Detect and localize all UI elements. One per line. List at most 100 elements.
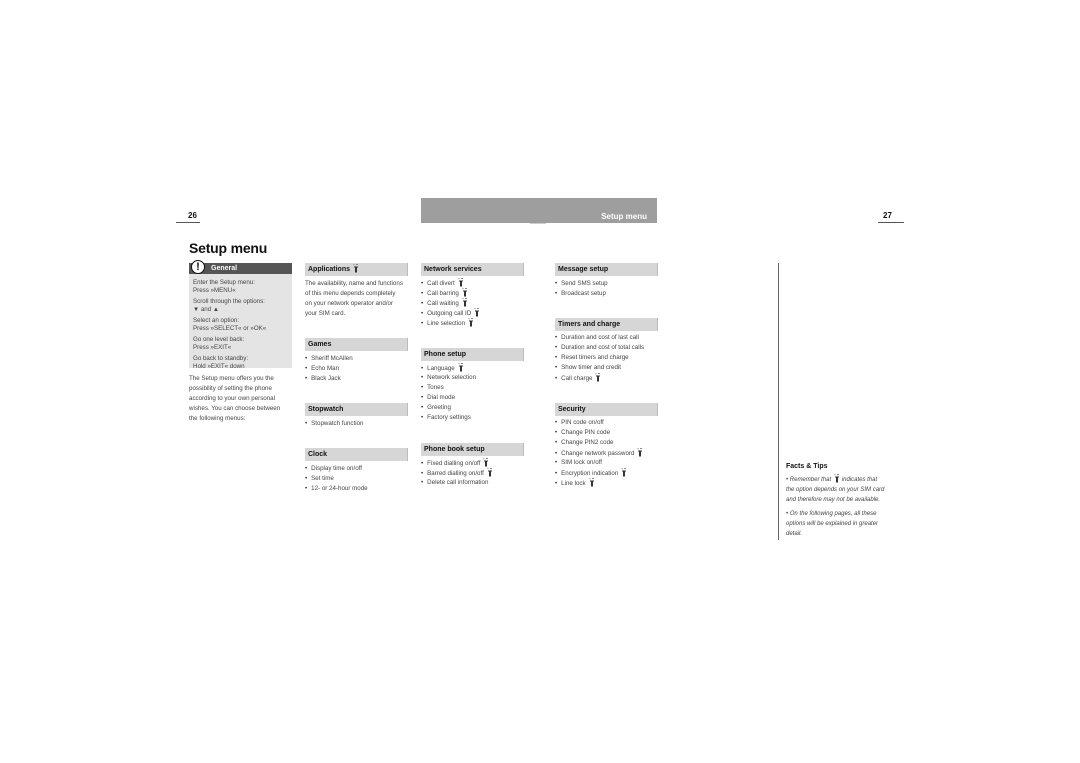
sim-icon: [353, 264, 359, 273]
clock-heading: Clock: [305, 448, 408, 461]
text-line: The availability, name and functions: [305, 280, 403, 287]
menu-option: Duration and cost of last call: [555, 333, 658, 343]
sim-icon: [483, 458, 489, 467]
menu-option: Call waiting: [421, 298, 524, 308]
general-instruction: Go one level back: Press »EXIT«: [193, 336, 245, 351]
menu-option: Line lock: [555, 478, 658, 488]
menu-option: Show timer and credit: [555, 363, 658, 373]
games-heading: Games: [305, 338, 408, 351]
general-instruction: Go back to standby: Hold »EXIT« down: [193, 355, 249, 370]
menu-option: Change network password: [555, 448, 658, 458]
phone-book-setup-list: Fixed dialling on/offBarred dialling on/…: [421, 458, 524, 488]
menu-option: SIM lock on/off: [555, 458, 658, 468]
sim-icon: [595, 373, 601, 382]
phone-book-setup-heading: Phone book setup: [421, 443, 524, 456]
section-security: Security PIN code on/offChange PIN codeC…: [555, 403, 658, 488]
text-line: on your network operator and/or: [305, 300, 394, 307]
general-info-box: ! General Enter the Setup menu: Press »ME…: [189, 260, 292, 370]
text-line: The Setup menu offers you the: [189, 375, 274, 382]
sim-icon: [589, 478, 595, 487]
timers-and-charge-heading: Timers and charge: [555, 318, 658, 331]
menu-option: Change PIN code: [555, 428, 658, 438]
stopwatch-heading: Stopwatch: [305, 403, 408, 416]
menu-option: Broadcast setup: [555, 289, 658, 299]
menu-option: Fixed dialling on/off: [421, 458, 524, 468]
section-phone-setup: Phone setup LanguageNetwork selectionTon…: [421, 348, 524, 423]
sim-icon: [474, 308, 480, 317]
menu-option: Factory settings: [421, 413, 524, 423]
menu-option: Black Jack: [305, 374, 408, 384]
security-list: PIN code on/offChange PIN codeChange PIN…: [555, 418, 658, 488]
sim-icon: [621, 468, 627, 477]
sim-icon: [458, 363, 464, 372]
page-number-right: 27: [883, 211, 892, 220]
facts-tip-2: • On the following pages, all these opti…: [786, 511, 879, 537]
text-line: according to your own personal: [189, 395, 275, 402]
menu-option: Display time on/off: [305, 464, 408, 474]
applications-heading: Applications: [305, 263, 408, 276]
clock-list: Display time on/offSet time12- or 24-hou…: [305, 464, 408, 494]
sim-icon: [462, 298, 468, 307]
header-tab-mark: [530, 223, 546, 224]
text-line: wishes. You can choose between: [189, 405, 281, 412]
sidebar-divider: [778, 263, 779, 540]
menu-option: Line selection: [421, 318, 524, 328]
section-network-services: Network services Call divertCall barring…: [421, 263, 524, 328]
menu-option: Change PIN2 code: [555, 438, 658, 448]
page-number-left: 26: [188, 211, 197, 220]
network-services-heading: Network services: [421, 263, 524, 276]
text-line: the following menus:: [189, 415, 246, 422]
menu-option: Duration and cost of total calls: [555, 343, 658, 353]
facts-and-tips: Facts & Tips • Remember that indicates t…: [786, 463, 896, 543]
general-instructions: Enter the Setup menu: Press »MENU« Scroll …: [189, 274, 292, 378]
menu-option: Reset timers and charge: [555, 353, 658, 363]
sim-icon: [468, 318, 474, 327]
menu-option: Dial mode: [421, 393, 524, 403]
stopwatch-list: Stopwatch function: [305, 419, 408, 429]
menu-option: Network selection: [421, 373, 524, 383]
phone-setup-heading: Phone setup: [421, 348, 524, 361]
sim-icon: [458, 278, 464, 287]
general-instruction: Enter the Setup menu: Press »MENU«: [193, 279, 255, 294]
menu-option: Set time: [305, 474, 408, 484]
menu-option: Sheriff McAllen: [305, 354, 408, 364]
sim-icon: [487, 468, 493, 477]
page-title: Setup menu: [189, 240, 268, 256]
phone-setup-list: LanguageNetwork selectionTonesDial modeG…: [421, 363, 524, 423]
games-list: Sheriff McAllenEcho ManBlack Jack: [305, 354, 408, 384]
menu-option: 12- or 24-hour mode: [305, 484, 408, 494]
menu-option: Call barring: [421, 288, 524, 298]
menu-option: Barred dialling on/off: [421, 468, 524, 478]
sim-icon: [637, 448, 643, 457]
page-number-right-rule: [878, 222, 904, 223]
security-heading: Security: [555, 403, 658, 416]
text-line: your SIM card.: [305, 310, 346, 317]
section-message-setup: Message setup Send SMS setupBroadcast se…: [555, 263, 658, 299]
network-services-list: Call divertCall barringCall waitingOutgo…: [421, 278, 524, 328]
sim-icon: [462, 288, 468, 297]
section-header-bar: Setup menu: [421, 198, 657, 223]
timers-and-charge-list: Duration and cost of last callDuration a…: [555, 333, 658, 383]
intro-paragraph: The Setup menu offers you the possibility…: [189, 374, 294, 424]
general-heading: ! General: [189, 260, 292, 274]
menu-option: Encryption indication: [555, 468, 658, 478]
section-timers-and-charge: Timers and charge Duration and cost of l…: [555, 318, 658, 383]
message-setup-heading: Message setup: [555, 263, 658, 276]
menu-option: Tones: [421, 383, 524, 393]
text-line: of this menu depends completely: [305, 290, 396, 297]
applications-text: The availability, name and functions of t…: [305, 279, 408, 319]
facts-title: Facts & Tips: [786, 463, 828, 470]
menu-option: Call divert: [421, 278, 524, 288]
menu-option: Greeting: [421, 403, 524, 413]
section-clock: Clock Display time on/offSet time12- or …: [305, 448, 408, 494]
sim-icon: [834, 474, 840, 483]
menu-option: Outgoing call ID: [421, 308, 524, 318]
exclamation-icon: !: [191, 260, 205, 274]
general-instruction: Select an option: Press »SELECT« or »OK«: [193, 317, 267, 332]
menu-option: PIN code on/off: [555, 418, 658, 428]
page-number-left-rule: [176, 222, 200, 223]
menu-option: Call charge: [555, 373, 658, 383]
menu-option: Send SMS setup: [555, 279, 658, 289]
section-applications: Applications The availability, name and …: [305, 263, 408, 319]
section-games: Games Sheriff McAllenEcho ManBlack Jack: [305, 338, 408, 384]
